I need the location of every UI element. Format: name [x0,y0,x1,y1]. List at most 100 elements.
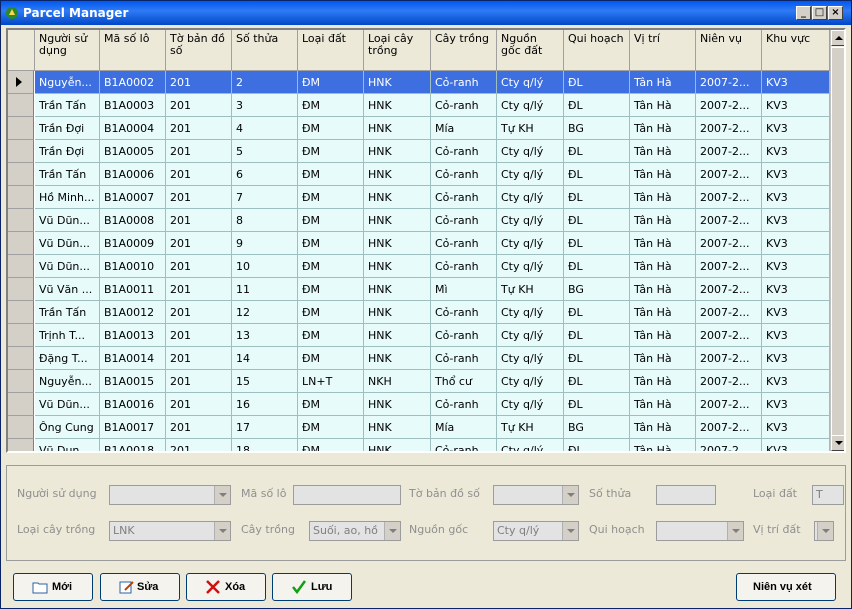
cell-ma-so-lo[interactable]: B1A0006 [100,163,166,186]
cell-ma-so-lo[interactable]: B1A0004 [100,117,166,140]
qui-hoach-select[interactable] [656,521,744,541]
cell-nien-vu[interactable]: 2007-2... [696,186,762,209]
row-selector[interactable] [8,186,34,209]
cell-so-thua[interactable]: 10 [232,255,298,278]
cell-nien-vu[interactable]: 2007-2... [696,347,762,370]
cell-to-ban-do-so[interactable]: 201 [166,278,232,301]
cell-loai-cay-trong[interactable]: HNK [364,278,431,301]
cell-nguoi-su-dung[interactable]: Trịnh T... [35,324,100,347]
cell-so-thua[interactable]: 4 [232,117,298,140]
cell-to-ban-do-so[interactable]: 201 [166,324,232,347]
row-selector[interactable] [8,416,34,439]
cell-qui-hoach[interactable]: ĐL [564,324,630,347]
loai-cay-trong-select[interactable]: LNK [109,521,231,541]
column-header-nguon-goc-dat[interactable]: Nguồn gốc đất [497,30,564,71]
cell-vi-tri[interactable]: Tân Hà [630,163,696,186]
cell-so-thua[interactable]: 13 [232,324,298,347]
cell-loai-dat[interactable]: ĐM [298,94,364,117]
cell-loai-dat[interactable]: ĐM [298,71,364,94]
column-header-khu-vuc[interactable]: Khu vực [762,30,830,71]
cell-to-ban-do-so[interactable]: 201 [166,347,232,370]
cell-loai-cay-trong[interactable]: HNK [364,347,431,370]
cell-qui-hoach[interactable]: ĐL [564,393,630,416]
row-selector[interactable] [8,117,34,140]
cell-nguoi-su-dung[interactable]: Đặng T... [35,347,100,370]
delete-button[interactable]: Xóa [186,573,266,601]
cell-khu-vuc[interactable]: KV3 [762,232,830,255]
cell-khu-vuc[interactable]: KV3 [762,347,830,370]
cell-loai-cay-trong[interactable]: HNK [364,232,431,255]
cell-loai-cay-trong[interactable]: HNK [364,71,431,94]
cell-nien-vu[interactable]: 2007-2... [696,117,762,140]
cell-nguoi-su-dung[interactable]: Trần Đợi [35,117,100,140]
cell-cay-trong[interactable]: Thổ cư [431,370,497,393]
cell-loai-dat[interactable]: ĐM [298,117,364,140]
cell-vi-tri[interactable]: Tân Hà [630,370,696,393]
cell-nguoi-su-dung[interactable]: Nguyễn... [35,370,100,393]
cell-nguoi-su-dung[interactable]: Hồ Minh... [35,186,100,209]
row-selector[interactable] [8,439,34,451]
cell-so-thua[interactable]: 16 [232,393,298,416]
cell-vi-tri[interactable]: Tân Hà [630,347,696,370]
vi-tri-dat-select[interactable] [814,521,834,541]
cell-to-ban-do-so[interactable]: 201 [166,255,232,278]
loai-dat-input[interactable]: T [812,485,844,505]
cell-cay-trong[interactable]: Cỏ-ranh [431,163,497,186]
cell-nguon-goc-dat[interactable]: Cty q/lý [497,370,564,393]
cell-nien-vu[interactable]: 2007-2... [696,301,762,324]
nguoi-su-dung-select[interactable] [109,485,231,505]
cell-so-thua[interactable]: 9 [232,232,298,255]
cell-to-ban-do-so[interactable]: 201 [166,117,232,140]
cell-ma-so-lo[interactable]: B1A0013 [100,324,166,347]
save-button[interactable]: Lưu [272,573,352,601]
cell-to-ban-do-so[interactable]: 201 [166,416,232,439]
cell-qui-hoach[interactable]: ĐL [564,232,630,255]
cell-nguon-goc-dat[interactable]: Cty q/lý [497,347,564,370]
cell-qui-hoach[interactable]: ĐL [564,163,630,186]
cell-so-thua[interactable]: 17 [232,416,298,439]
cell-loai-dat[interactable]: ĐM [298,439,364,451]
title-bar[interactable]: Parcel Manager _ □ × [1,1,851,25]
cell-qui-hoach[interactable]: ĐL [564,71,630,94]
row-selector[interactable] [8,347,34,370]
cell-khu-vuc[interactable]: KV3 [762,186,830,209]
cell-to-ban-do-so[interactable]: 201 [166,393,232,416]
cell-loai-cay-trong[interactable]: HNK [364,186,431,209]
cell-loai-dat[interactable]: ĐM [298,163,364,186]
cell-nien-vu[interactable]: 2007-2... [696,416,762,439]
column-header-to-ban-do-so[interactable]: Tờ bản đồ số [166,30,232,71]
cell-loai-cay-trong[interactable]: HNK [364,324,431,347]
cell-nien-vu[interactable]: 2007-2... [696,71,762,94]
column-header-so-thua[interactable]: Số thửa [232,30,298,71]
column-header-loai-dat[interactable]: Loại đất [298,30,364,71]
cell-cay-trong[interactable]: Mì [431,278,497,301]
row-selector[interactable] [8,209,34,232]
column-header-loai-cay-trong[interactable]: Loại cây trồng [364,30,431,71]
cell-nien-vu[interactable]: 2007-2... [696,370,762,393]
cell-so-thua[interactable]: 5 [232,140,298,163]
cell-to-ban-do-so[interactable]: 201 [166,186,232,209]
vertical-scrollbar[interactable] [830,30,844,451]
nien-vu-button[interactable]: Niên vụ xét [736,573,836,601]
cell-qui-hoach[interactable]: ĐL [564,140,630,163]
cell-nguon-goc-dat[interactable]: Cty q/lý [497,209,564,232]
cell-so-thua[interactable]: 15 [232,370,298,393]
cell-loai-cay-trong[interactable]: HNK [364,209,431,232]
close-button[interactable]: × [828,6,843,20]
column-header-vi-tri[interactable]: Vị trí [630,30,696,71]
row-selector[interactable] [8,71,34,94]
cell-nguon-goc-dat[interactable]: Tự KH [497,117,564,140]
cell-nien-vu[interactable]: 2007-2... [696,209,762,232]
cell-vi-tri[interactable]: Tân Hà [630,278,696,301]
cell-loai-cay-trong[interactable]: HNK [364,393,431,416]
cell-vi-tri[interactable]: Tân Hà [630,393,696,416]
cell-so-thua[interactable]: 12 [232,301,298,324]
cell-ma-so-lo[interactable]: B1A0008 [100,209,166,232]
cell-khu-vuc[interactable]: KV3 [762,71,830,94]
cell-khu-vuc[interactable]: KV3 [762,301,830,324]
cell-cay-trong[interactable]: Cỏ-ranh [431,347,497,370]
cell-loai-dat[interactable]: ĐM [298,278,364,301]
cell-qui-hoach[interactable]: ĐL [564,255,630,278]
cell-nien-vu[interactable]: 2007-2... [696,255,762,278]
cell-vi-tri[interactable]: Tân Hà [630,232,696,255]
